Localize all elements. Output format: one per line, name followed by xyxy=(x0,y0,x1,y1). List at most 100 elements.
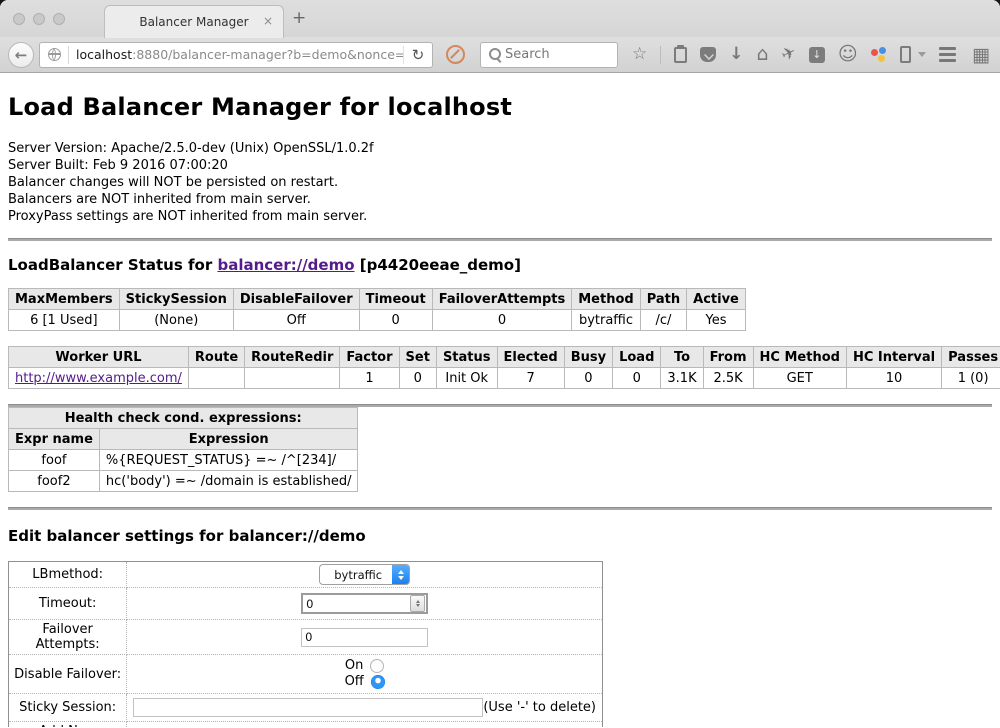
balancer-data-row: 6 [1 Used] (None) Off 0 0 bytraffic /c/ … xyxy=(9,310,746,331)
cell-load: 0 xyxy=(613,368,661,389)
search-bar[interactable]: Search xyxy=(480,42,618,68)
lbmethod-select[interactable]: bytraffic xyxy=(319,564,410,585)
column-header: FailoverAttempts xyxy=(432,289,572,310)
sticky-session-input[interactable] xyxy=(133,698,483,717)
tab-groups-icon[interactable]: ▦ xyxy=(972,44,990,66)
number-spinner-icon[interactable] xyxy=(410,595,425,612)
send-tab-icon[interactable]: ✈ xyxy=(779,44,799,65)
column-header: Status xyxy=(436,347,497,368)
new-tab-button[interactable]: + xyxy=(292,8,306,28)
health-header-row: Expr name Expression xyxy=(9,429,358,450)
worker-header-row: Worker URL Route RouteRedir Factor Set S… xyxy=(9,347,1000,368)
column-header: Route xyxy=(188,347,244,368)
balancer-demo-link[interactable]: balancer://demo xyxy=(217,256,354,274)
cell-failoverattempts: 0 xyxy=(432,310,572,331)
server-info: Server Version: Apache/2.5.0-dev (Unix) … xyxy=(8,140,992,225)
failover-on-radio[interactable] xyxy=(370,659,384,673)
status-heading: LoadBalancer Status for balancer://demo … xyxy=(8,256,992,274)
cell-maxmembers: 6 [1 Used] xyxy=(9,310,120,331)
downloads-icon[interactable]: ↓ xyxy=(729,46,743,63)
site-identity-globe-icon[interactable] xyxy=(48,48,61,61)
toolbar-separator xyxy=(660,46,661,64)
divider xyxy=(8,238,992,241)
cell-worker-url: http://www.example.com/ xyxy=(9,368,189,389)
cell-method: bytraffic xyxy=(572,310,640,331)
column-header: Timeout xyxy=(359,289,432,310)
bookmark-star-icon[interactable]: ☆ xyxy=(632,46,647,63)
column-header: Factor xyxy=(340,347,399,368)
content-blocked-icon[interactable] xyxy=(446,45,465,64)
close-window-button[interactable] xyxy=(13,13,25,25)
cell-busy: 0 xyxy=(564,368,612,389)
url-bar[interactable]: localhost:8880/balancer-manager?b=demo&n… xyxy=(39,42,433,68)
sticky-session-hint: (Use '-' to delete) xyxy=(483,700,596,715)
column-header: From xyxy=(703,347,753,368)
column-header: Active xyxy=(687,289,746,310)
timeout-value: 0 xyxy=(303,597,410,611)
toolbar-icons: ☆ ↓ ⌂ ✈ ↓ ☺ xyxy=(632,45,926,64)
failover-attempts-input[interactable] xyxy=(301,628,428,647)
colored-dots-extension-icon[interactable] xyxy=(871,47,887,63)
worker-url-link[interactable]: http://www.example.com/ xyxy=(15,371,182,386)
column-header: HC Interval xyxy=(846,347,941,368)
forum-smiley-icon[interactable]: ☺ xyxy=(838,45,858,64)
cell-elected: 7 xyxy=(497,368,564,389)
sticky-session-row: Sticky Session: (Use '-' to delete) xyxy=(9,694,603,722)
inherit-notice-line: Balancers are NOT inherited from main se… xyxy=(8,191,992,208)
page-title: Load Balancer Manager for localhost xyxy=(8,93,992,121)
timeout-input[interactable]: 0 xyxy=(301,593,428,614)
lbmethod-selected-value: bytraffic xyxy=(320,568,392,582)
tab-bar: Balancer Manager × + xyxy=(0,0,1000,37)
server-built-line: Server Built: Feb 9 2016 07:00:20 xyxy=(8,157,992,174)
cell-set: 0 xyxy=(399,368,436,389)
back-button[interactable]: ← xyxy=(8,42,34,68)
cell-timeout: 0 xyxy=(359,310,432,331)
save-page-icon[interactable]: ↓ xyxy=(809,47,825,63)
server-version-line: Server Version: Apache/2.5.0-dev (Unix) … xyxy=(8,140,992,157)
cell-expression: %{REQUEST_STATUS} =~ /^[234]/ xyxy=(99,450,358,471)
worker-table: Worker URL Route RouteRedir Factor Set S… xyxy=(8,346,1000,389)
cell-route xyxy=(188,368,244,389)
failover-off-radio[interactable] xyxy=(371,675,385,689)
device-sync-icon[interactable] xyxy=(900,46,911,63)
url-text[interactable]: localhost:8880/balancer-manager?b=demo&n… xyxy=(69,47,403,62)
column-header: MaxMembers xyxy=(9,289,120,310)
health-table-title: Health check cond. expressions: xyxy=(9,408,358,429)
save-page-arrow: ↓ xyxy=(812,48,821,61)
cell-active: Yes xyxy=(687,310,746,331)
health-title-row: Health check cond. expressions: xyxy=(9,408,358,429)
zoom-window-button[interactable] xyxy=(53,13,65,25)
chevron-down-icon[interactable] xyxy=(918,52,926,57)
tab-title: Balancer Manager xyxy=(139,15,248,29)
reading-list-icon[interactable] xyxy=(674,47,687,63)
failover-attempts-row: Failover Attempts: xyxy=(9,620,603,655)
disable-failover-label: Disable Failover: xyxy=(9,655,127,694)
menu-icon[interactable] xyxy=(939,47,956,62)
column-header: Worker URL xyxy=(9,347,189,368)
browser-window: Balancer Manager × + ← localhost:8880/ba… xyxy=(0,0,1000,728)
navigation-toolbar: ← localhost:8880/balancer-manager?b=demo… xyxy=(0,37,1000,73)
cell-to: 3.1K xyxy=(661,368,703,389)
back-icon: ← xyxy=(15,46,28,64)
cell-expr-name: foof xyxy=(9,450,100,471)
balancer-status-table: MaxMembers StickySession DisableFailover… xyxy=(8,288,746,331)
add-worker-label: Add New Worker: xyxy=(9,722,127,728)
pocket-icon[interactable] xyxy=(700,47,716,62)
column-header: Busy xyxy=(564,347,612,368)
home-icon[interactable]: ⌂ xyxy=(757,45,769,64)
cell-hc-method: GET xyxy=(753,368,846,389)
close-tab-icon[interactable]: × xyxy=(263,14,273,28)
tab-balancer-manager[interactable]: Balancer Manager × xyxy=(104,5,284,38)
status-heading-prefix: LoadBalancer Status for xyxy=(8,256,217,274)
proxypass-notice-line: ProxyPass settings are NOT inherited fro… xyxy=(8,208,992,225)
column-header: Method xyxy=(572,289,640,310)
cell-from: 2.5K xyxy=(703,368,753,389)
edit-balancer-form: LBmethod: bytraffic Timeout: 0 xyxy=(8,561,603,727)
worker-data-row: http://www.example.com/ 1 0 Init Ok 7 0 … xyxy=(9,368,1000,389)
status-heading-suffix: [p4420eeae_demo] xyxy=(355,256,521,274)
cell-expr-name: foof2 xyxy=(9,471,100,492)
reload-icon[interactable]: ↻ xyxy=(403,46,432,64)
cell-expression: hc('body') =~ /domain is established/ xyxy=(99,471,358,492)
health-check-table: Health check cond. expressions: Expr nam… xyxy=(8,407,358,492)
minimize-window-button[interactable] xyxy=(33,13,45,25)
